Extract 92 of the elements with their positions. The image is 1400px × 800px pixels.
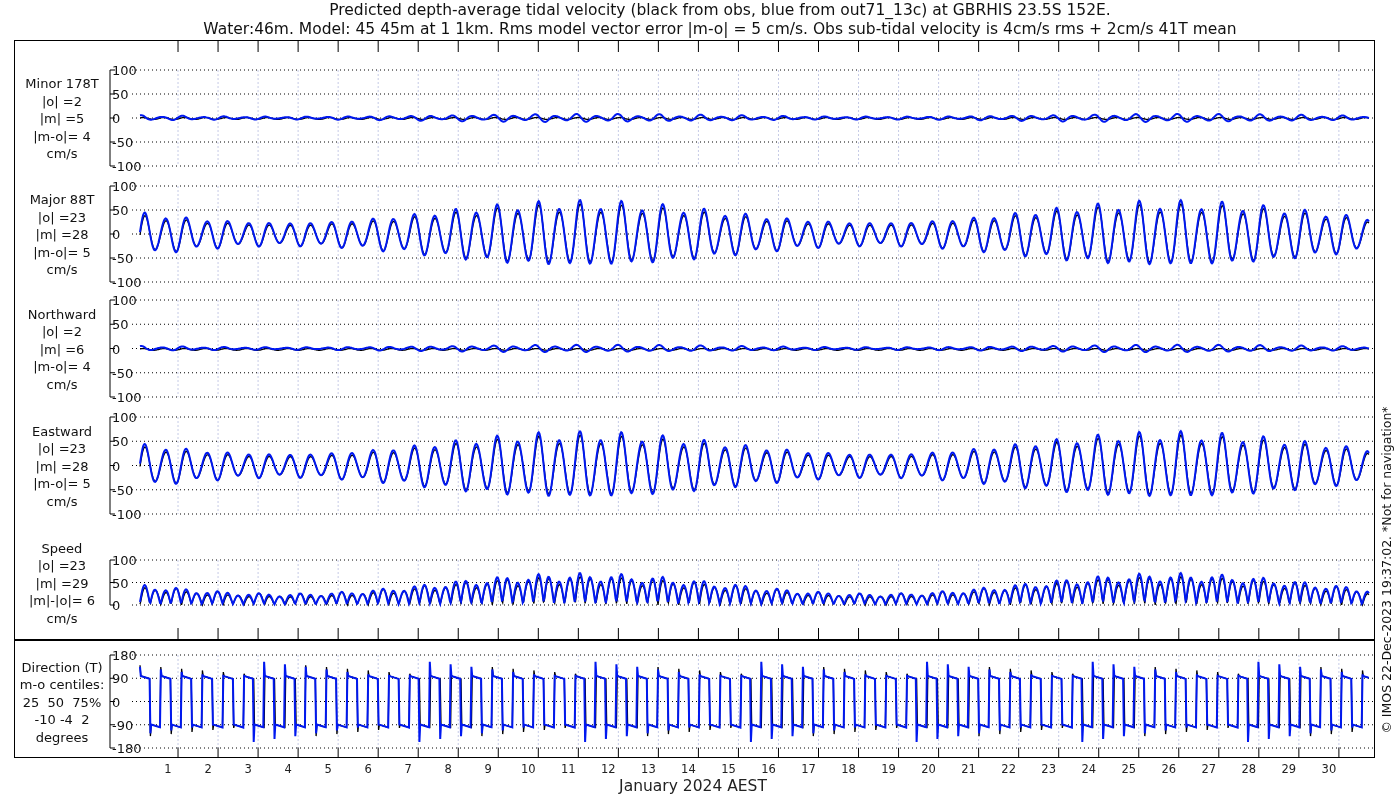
tick-label: -90: [112, 717, 134, 733]
day-label: 25: [1121, 762, 1137, 776]
tick-label: 100: [112, 410, 137, 425]
day-label: 17: [801, 762, 816, 776]
tick-label: 50: [112, 575, 129, 591]
panel-label: |m| =28: [35, 458, 89, 474]
panel-label: |o| =23: [37, 209, 87, 225]
tick-label: -50: [112, 482, 134, 498]
panel-label: |m|-|o|= 6: [28, 593, 96, 608]
tick-label: 50: [112, 434, 129, 450]
day-label: 6: [364, 762, 372, 776]
tick-label: 0: [112, 694, 121, 710]
panel-label: Minor 178T: [25, 76, 99, 91]
panel-label: m-o centiles:: [19, 677, 105, 692]
tick-label: -50: [112, 135, 134, 150]
panel-label: |m| =29: [35, 575, 89, 591]
day-label: 7: [404, 762, 412, 776]
tick-label: -100: [112, 507, 142, 522]
tick-label: 50: [112, 87, 129, 102]
tick-label: 0: [112, 227, 121, 242]
panel-label: 25 50 75%: [22, 694, 102, 710]
day-label: 20: [921, 762, 936, 776]
day-label: 22: [1001, 762, 1016, 776]
panel-label: cm/s: [46, 376, 78, 392]
panel-label: |o| =23: [37, 558, 87, 573]
tick-label: -100: [112, 275, 142, 290]
panel-label: Speed: [41, 540, 83, 556]
tick-label: 180: [112, 648, 137, 663]
tick-label: 100: [112, 63, 137, 78]
panel-label: |m-o|= 5: [33, 244, 91, 260]
axis-title: January 2024 AEST: [619, 777, 767, 795]
day-label: 4: [284, 762, 292, 776]
tick-label: 0: [112, 458, 121, 474]
panel-label: |m-o|= 4: [33, 359, 91, 374]
chart-title: Predicted depth-average tidal velocity (black from obs, blue from out71_13c) at GBRHIS 23.5S 152E.: [329, 1, 1111, 19]
day-label: 11: [561, 762, 576, 776]
panel-label: |m-o|= 4: [33, 128, 91, 144]
tick-label: 50: [112, 317, 129, 333]
panel-label: cm/s: [46, 146, 78, 161]
tick-label: 100: [112, 179, 137, 194]
panel-label: Major 88T: [29, 192, 95, 207]
panel-label: |m| =5: [39, 111, 85, 126]
tick-label: 50: [112, 203, 129, 218]
day-label: 30: [1321, 762, 1337, 776]
day-label: 15: [721, 762, 736, 776]
day-label: 14: [681, 762, 696, 776]
panel-label: |o| =2: [42, 324, 82, 339]
day-label: 16: [761, 762, 776, 776]
tick-label: 100: [112, 293, 137, 308]
day-label: 12: [601, 762, 616, 776]
day-label: 3: [244, 762, 252, 776]
day-label: 29: [1281, 762, 1297, 776]
tick-label: -100: [112, 390, 142, 405]
day-label: 27: [1201, 762, 1217, 776]
panel-label: Direction (T): [21, 659, 103, 675]
panel-label: |m| =6: [39, 341, 85, 357]
day-label: 18: [841, 762, 856, 776]
tick-label: -100: [112, 159, 142, 174]
tick-label: 0: [112, 341, 121, 357]
panel-label: cm/s: [46, 493, 78, 509]
day-label: 1: [164, 762, 172, 776]
panel-label: degrees: [35, 729, 89, 745]
tick-label: 100: [112, 553, 137, 568]
panel-label: Eastward: [32, 423, 92, 439]
panel-label: |m| =28: [35, 227, 89, 242]
tick-label: -50: [112, 365, 134, 381]
day-label: 24: [1081, 762, 1097, 776]
panel-label: |o| =23: [37, 441, 87, 456]
panel-label: Northward: [27, 306, 97, 322]
day-label: 13: [641, 762, 656, 776]
day-label: 19: [881, 762, 896, 776]
day-label: 5: [324, 762, 332, 776]
tick-label: 0: [112, 111, 121, 126]
day-label: 9: [484, 762, 492, 776]
day-label: 23: [1041, 762, 1056, 776]
day-label: 21: [961, 762, 976, 776]
chart-title: Water:46m. Model: 45 45m at 1 1km. Rms model vector error |m-o| = 5 cm/s. Obs sub-tidal velocity is 4cm/s rms + 2cm/s 41T mean: [203, 20, 1237, 38]
day-label: 10: [521, 762, 536, 776]
tick-label: 0: [112, 598, 121, 613]
panel-label: |o| =2: [42, 93, 82, 109]
day-label: 28: [1241, 762, 1257, 776]
panel-label: -10 -4 2: [34, 712, 90, 727]
tick-label: -50: [112, 251, 134, 266]
tick-label: 90: [112, 671, 129, 687]
panel-label: cm/s: [46, 610, 78, 626]
credit-text: © IMOS 22-Dec-2023 19:37:02. *Not for navigation*: [1379, 406, 1394, 734]
day-label: 26: [1161, 762, 1177, 776]
day-label: 8: [444, 762, 452, 776]
tick-label: -180: [112, 741, 142, 756]
panel-label: cm/s: [46, 262, 78, 277]
day-label: 2: [204, 762, 212, 776]
panel-label: |m-o|= 5: [33, 476, 91, 491]
